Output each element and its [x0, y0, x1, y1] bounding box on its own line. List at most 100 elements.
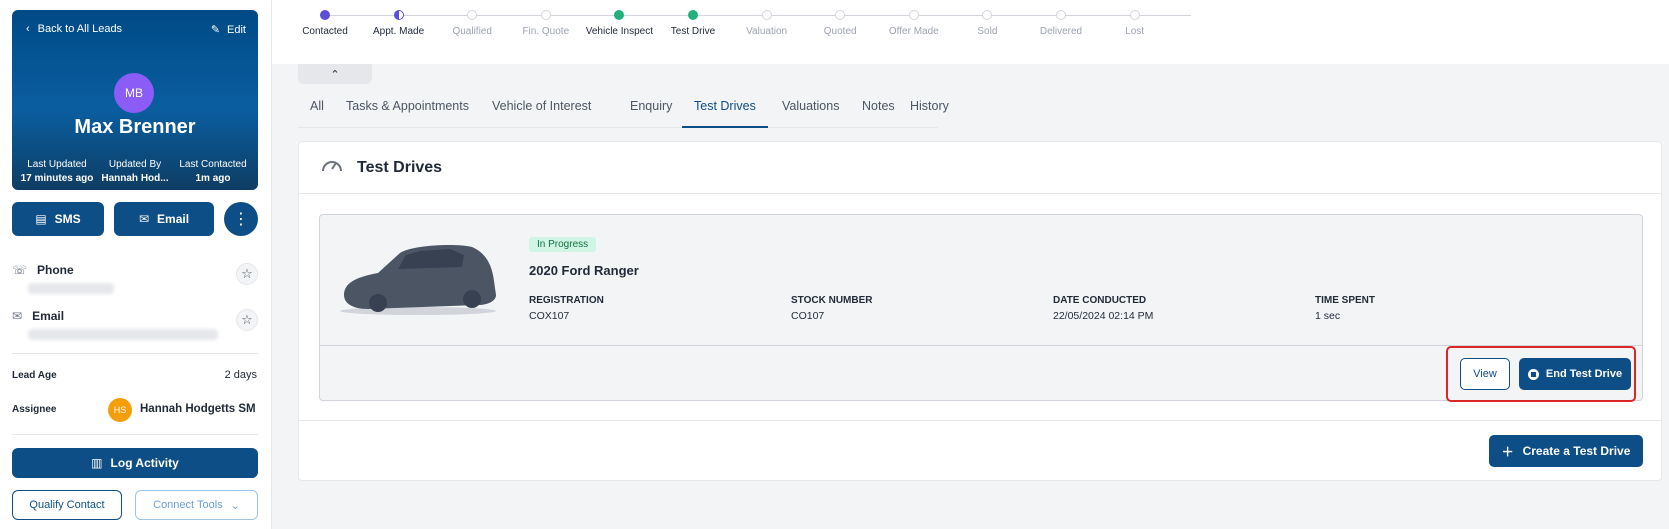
assignee-name[interactable]: Hannah Hodgetts SM [140, 403, 256, 415]
chevron-down-icon: ⌄ [230, 499, 240, 512]
status-badge: In Progress [529, 237, 597, 252]
stop-icon [1527, 368, 1539, 380]
stepper-label: Fin. Quote [522, 26, 570, 37]
stepper-label: Delivered [1039, 26, 1083, 37]
main-content: Contacted Appt. Made Qualified Fin. Quote Ve… [272, 0, 1669, 529]
tab-enquiry[interactable]: Enquiry [618, 90, 684, 128]
divider [12, 434, 258, 435]
stepper-step[interactable]: Fin. Quote [506, 10, 586, 37]
star-icon[interactable]: ☆ [236, 263, 258, 285]
stepper-step[interactable]: Vehicle Inspect [579, 10, 659, 37]
clipboard-icon: ▥ [91, 456, 103, 470]
panel-title: Test Drives [357, 158, 443, 176]
stepper-dot [982, 10, 993, 20]
stepper-step[interactable]: Delivered [1021, 10, 1101, 37]
email-value-redacted [28, 329, 218, 340]
date-conducted-field: DATE CONDUCTED 22/05/2024 02:14 PM [1053, 295, 1154, 322]
stepper-label: Valuation [746, 26, 788, 37]
back-label: Back to All Leads [37, 23, 123, 35]
lead-age-value: 2 days [224, 369, 257, 381]
registration-field: REGISTRATION COX107 [529, 295, 604, 322]
kebab-icon: ⋮ [233, 211, 249, 228]
plus-icon: ＋ [1501, 444, 1514, 459]
stepper-label: Contacted [302, 26, 348, 37]
lead-avatar: MB [114, 73, 154, 113]
star-icon[interactable]: ☆ [236, 309, 258, 331]
stepper-dot [688, 10, 698, 20]
log-activity-button[interactable]: ▥ Log Activity [12, 448, 258, 478]
end-test-drive-button[interactable]: End Test Drive [1519, 358, 1631, 390]
divider [12, 353, 258, 354]
lead-tabs: All Tasks & Appointments Vehicle of Inte… [298, 90, 949, 128]
stepper-label: Quoted [823, 26, 857, 37]
back-to-leads-link[interactable]: ‹ Back to All Leads [26, 23, 122, 35]
phone-icon: ☏ [12, 263, 28, 277]
sms-button[interactable]: ▤ SMS [12, 202, 104, 236]
tab-valuations[interactable]: Valuations [770, 90, 851, 128]
stepper-label: Offer Made [888, 26, 939, 37]
tab-tasks-appointments[interactable]: Tasks & Appointments [334, 90, 481, 128]
stepper-step[interactable]: Sold [947, 10, 1027, 37]
stepper-step[interactable]: Test Drive [653, 10, 733, 37]
lead-header-card: ‹ Back to All Leads ✎ Edit MB Max Brenne… [12, 10, 258, 190]
stepper-label: Vehicle Inspect [585, 26, 654, 37]
edit-lead-link[interactable]: ✎ Edit [210, 23, 246, 37]
message-icon: ▤ [35, 212, 47, 226]
phone-row: ☏ Phone ☆ [12, 263, 258, 294]
stepper-dot [614, 10, 625, 20]
test-drive-details: In Progress 2020 Ford Ranger REGISTRATIO… [320, 215, 1642, 346]
stepper-dot [540, 10, 551, 20]
collapse-stepper-button[interactable]: ⌃ [298, 64, 372, 84]
view-button[interactable]: View [1460, 358, 1510, 390]
test-drive-card: In Progress 2020 Ford Ranger REGISTRATIO… [319, 214, 1643, 402]
divider [299, 420, 1661, 421]
stepper-step[interactable]: Qualified [432, 10, 512, 37]
chevron-up-icon: ⌃ [330, 68, 340, 81]
tab-test-drives[interactable]: Test Drives [682, 90, 768, 128]
stepper-dot [835, 10, 846, 20]
speedometer-icon [321, 156, 343, 179]
assignee-avatar: HS [108, 398, 132, 422]
mail-icon: ✉ [138, 212, 150, 226]
stepper-step[interactable]: Quoted [800, 10, 880, 37]
stepper-step[interactable]: Lost [1095, 10, 1175, 37]
phone-value-redacted [28, 283, 114, 294]
stepper-dot [467, 10, 478, 20]
assignee-label: Assignee [12, 404, 57, 415]
vehicle-name: 2020 Ford Ranger [529, 263, 639, 278]
stepper-label: Appt. Made [373, 26, 425, 37]
chevron-left-icon: ‹ [26, 23, 30, 35]
stepper-step[interactable]: Contacted [285, 10, 365, 37]
stepper-label: Test Drive [670, 26, 716, 37]
create-test-drive-button[interactable]: ＋ Create a Test Drive [1489, 435, 1643, 467]
panel-header: Test Drives [299, 142, 1661, 194]
more-options-button[interactable]: ⋮ [224, 202, 258, 236]
stepper-dot [761, 10, 772, 20]
pencil-icon: ✎ [210, 24, 221, 36]
tab-all[interactable]: All [298, 90, 336, 128]
stepper-dot [393, 10, 404, 20]
stepper-step[interactable]: Appt. Made [359, 10, 439, 37]
tab-history[interactable]: History [898, 90, 961, 128]
email-button[interactable]: ✉ Email [114, 202, 214, 236]
lead-name: Max Brenner [74, 116, 196, 138]
lead-sidebar: ‹ Back to All Leads ✎ Edit MB Max Brenne… [0, 0, 272, 529]
tab-vehicle-of-interest[interactable]: Vehicle of Interest [480, 90, 603, 128]
updated-by: Updated By Hannah Hod... [101, 159, 169, 184]
stepper-step[interactable]: Valuation [727, 10, 807, 37]
last-updated: Last Updated 17 minutes ago [20, 159, 94, 184]
time-spent-field: TIME SPENT 1 sec [1315, 295, 1376, 322]
email-row: ✉ Email ☆ [12, 309, 258, 340]
last-contacted: Last Contacted 1m ago [179, 159, 247, 184]
vehicle-silhouette-icon [340, 245, 496, 315]
test-drives-panel: Test Drives In Progress 2020 Ford Ranger… [298, 141, 1662, 481]
connect-tools-dropdown[interactable]: Connect Tools ⌄ [135, 490, 258, 520]
stepper-label: Qualified [452, 26, 492, 37]
qualify-contact-button[interactable]: Qualify Contact [12, 490, 122, 520]
stepper-dot [1056, 10, 1066, 20]
stepper-step[interactable]: Offer Made [874, 10, 954, 37]
lead-age-label: Lead Age [12, 370, 57, 381]
mail-icon: ✉ [12, 309, 23, 323]
stepper-dot [320, 10, 330, 20]
lead-progress-stepper: Contacted Appt. Made Qualified Fin. Quote Ve… [272, 0, 1669, 64]
